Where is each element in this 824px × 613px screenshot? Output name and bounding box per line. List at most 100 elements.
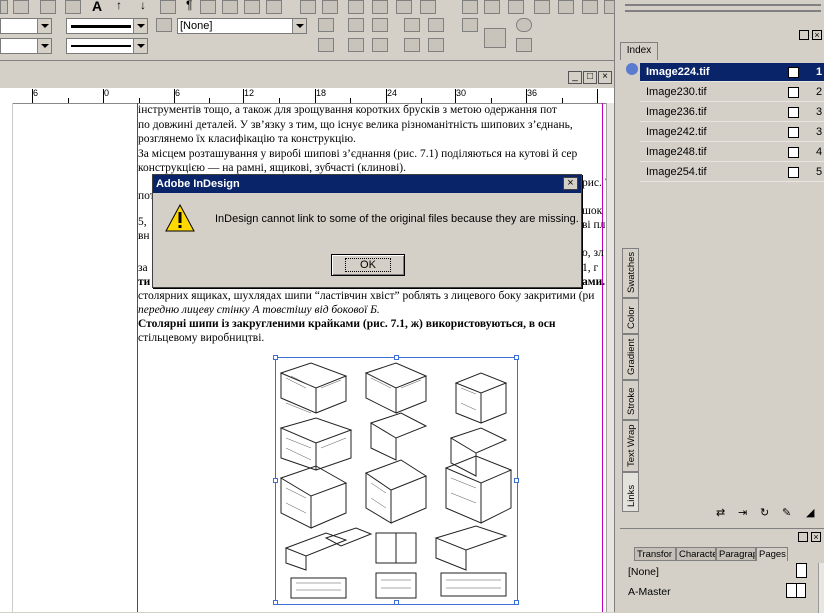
- pages-master-label[interactable]: A-Master: [628, 586, 671, 598]
- panel-minimize-button[interactable]: [799, 30, 809, 40]
- dialog-message: InDesign cannot link to some of the orig…: [215, 213, 579, 225]
- tab-gradient[interactable]: Gradient: [622, 334, 639, 380]
- vertical-ruler[interactable]: [0, 103, 13, 612]
- tab-pages[interactable]: Pages: [756, 547, 788, 561]
- links-list: Image224.tif 1 Image230.tif 2 Image236.t…: [640, 63, 824, 513]
- align-icon[interactable]: [318, 38, 334, 52]
- ruler-tick-label: 0: [104, 88, 110, 98]
- copy-icon[interactable]: [65, 0, 81, 14]
- link-name: Image236.tif: [646, 106, 707, 118]
- link-row[interactable]: Image248.tif 4: [640, 143, 824, 162]
- text-fragment: шок: [582, 205, 603, 217]
- panel-minimize-button[interactable]: [798, 532, 808, 542]
- edit-original-icon[interactable]: ✎: [782, 506, 798, 519]
- link-row[interactable]: Image254.tif 5: [640, 163, 824, 182]
- tab-character[interactable]: Characte: [676, 547, 716, 561]
- distribute-icon[interactable]: [420, 0, 436, 14]
- tab-stroke[interactable]: Stroke: [622, 380, 639, 420]
- align-icon[interactable]: [222, 0, 238, 14]
- toolbar-button[interactable]: [160, 0, 176, 14]
- master-spread-thumbnail[interactable]: [786, 583, 806, 598]
- paragraph-icon[interactable]: ¶: [186, 0, 192, 12]
- stroke-weight-field[interactable]: [0, 18, 52, 34]
- select-content-icon[interactable]: [516, 18, 532, 32]
- page-thumbnail[interactable]: [796, 563, 807, 578]
- side-tabs: Links Text Wrap Stroke Gradient Color Sw…: [622, 222, 639, 512]
- body-text-line: передню лицеву стінку А товстішу від бок…: [138, 304, 380, 316]
- list-icon[interactable]: [516, 38, 532, 52]
- toolbar-button[interactable]: [534, 0, 550, 14]
- tab-transform[interactable]: Transfor: [634, 547, 676, 561]
- tab-swatches[interactable]: Swatches: [622, 248, 639, 298]
- tab-color[interactable]: Color: [622, 298, 639, 334]
- align-icon[interactable]: [318, 18, 334, 32]
- stroke-unit-field[interactable]: [0, 38, 52, 54]
- align-icon[interactable]: [372, 38, 388, 52]
- cut-icon[interactable]: [40, 0, 56, 14]
- tab-text-wrap[interactable]: Text Wrap: [622, 420, 639, 472]
- stroke-style-preview: [71, 45, 131, 47]
- distribute-icon[interactable]: [322, 0, 338, 14]
- link-row[interactable]: Image242.tif 3: [640, 123, 824, 142]
- link-row[interactable]: Image236.tif 3: [640, 103, 824, 122]
- panel-dock-header: [615, 0, 824, 30]
- distribute-icon[interactable]: [348, 0, 364, 14]
- fit-content-icon[interactable]: [404, 18, 420, 32]
- minimize-button[interactable]: _: [568, 71, 582, 84]
- relink-icon[interactable]: ⇄: [716, 506, 732, 519]
- align-icon[interactable]: [348, 18, 364, 32]
- toolbar-button[interactable]: [13, 0, 29, 14]
- fit-content-icon[interactable]: [404, 38, 420, 52]
- tab-links[interactable]: Links: [622, 472, 639, 512]
- align-icon[interactable]: [200, 0, 216, 14]
- type-tool-icon[interactable]: A: [92, 0, 102, 14]
- link-row[interactable]: Image230.tif 2: [640, 83, 824, 102]
- toolbar-button[interactable]: [558, 0, 574, 14]
- tab-index[interactable]: Index: [620, 42, 658, 60]
- link-name: Image230.tif: [646, 86, 707, 98]
- toolbar-button[interactable]: [462, 18, 478, 32]
- stroke-style-field[interactable]: [66, 38, 148, 54]
- panel-close-button[interactable]: ×: [812, 30, 822, 40]
- fit-frame-icon[interactable]: [428, 38, 444, 52]
- align-icon[interactable]: [244, 0, 260, 14]
- link-row[interactable]: Image224.tif 1: [640, 63, 824, 82]
- object-style-select[interactable]: [None]: [177, 18, 307, 34]
- align-icon[interactable]: [372, 18, 388, 32]
- tab-paragraph[interactable]: Paragrap: [716, 547, 756, 561]
- distribute-icon[interactable]: [300, 0, 316, 14]
- toolbar-button[interactable]: [508, 0, 524, 14]
- image-frame[interactable]: [273, 355, 519, 605]
- link-page: 2: [816, 86, 823, 98]
- close-button[interactable]: ×: [598, 71, 612, 84]
- maximize-button[interactable]: □: [583, 71, 597, 84]
- align-icon[interactable]: [266, 0, 282, 14]
- quick-apply-icon[interactable]: [484, 28, 506, 48]
- link-name: Image248.tif: [646, 146, 707, 158]
- toolbar-button[interactable]: [0, 0, 8, 14]
- panel-menu-icon[interactable]: [626, 63, 638, 75]
- panel-close-button[interactable]: ×: [811, 532, 821, 542]
- pages-none-label[interactable]: [None]: [628, 566, 659, 578]
- horizontal-ruler[interactable]: 6 0 6 12 18 24 30 36: [0, 88, 614, 104]
- goto-link-icon[interactable]: ⇥: [738, 506, 754, 519]
- text-option-icon[interactable]: ↑: [116, 0, 122, 12]
- distribute-icon[interactable]: [372, 0, 388, 14]
- body-text-line: розглянемо їх класифікацію та конструкці…: [138, 133, 356, 145]
- fit-frame-icon[interactable]: [428, 18, 444, 32]
- resize-grip-icon[interactable]: ◢: [806, 506, 820, 519]
- margin-guide-left: [137, 103, 138, 612]
- toolbar-button[interactable]: [582, 0, 598, 14]
- ok-button[interactable]: OK: [331, 254, 405, 276]
- stroke-type-field[interactable]: [66, 18, 148, 34]
- dialog-close-button[interactable]: ×: [563, 177, 578, 190]
- update-link-icon[interactable]: ↻: [760, 506, 776, 519]
- object-style-icon: [156, 18, 172, 32]
- pages-scrollbar[interactable]: [818, 563, 824, 613]
- toolbar-button[interactable]: [484, 0, 500, 14]
- move-icon[interactable]: [348, 38, 364, 52]
- toolbar-button[interactable]: [462, 0, 478, 14]
- missing-link-icon: [788, 107, 799, 118]
- text-option-icon[interactable]: ↓: [140, 0, 146, 12]
- distribute-icon[interactable]: [396, 0, 412, 14]
